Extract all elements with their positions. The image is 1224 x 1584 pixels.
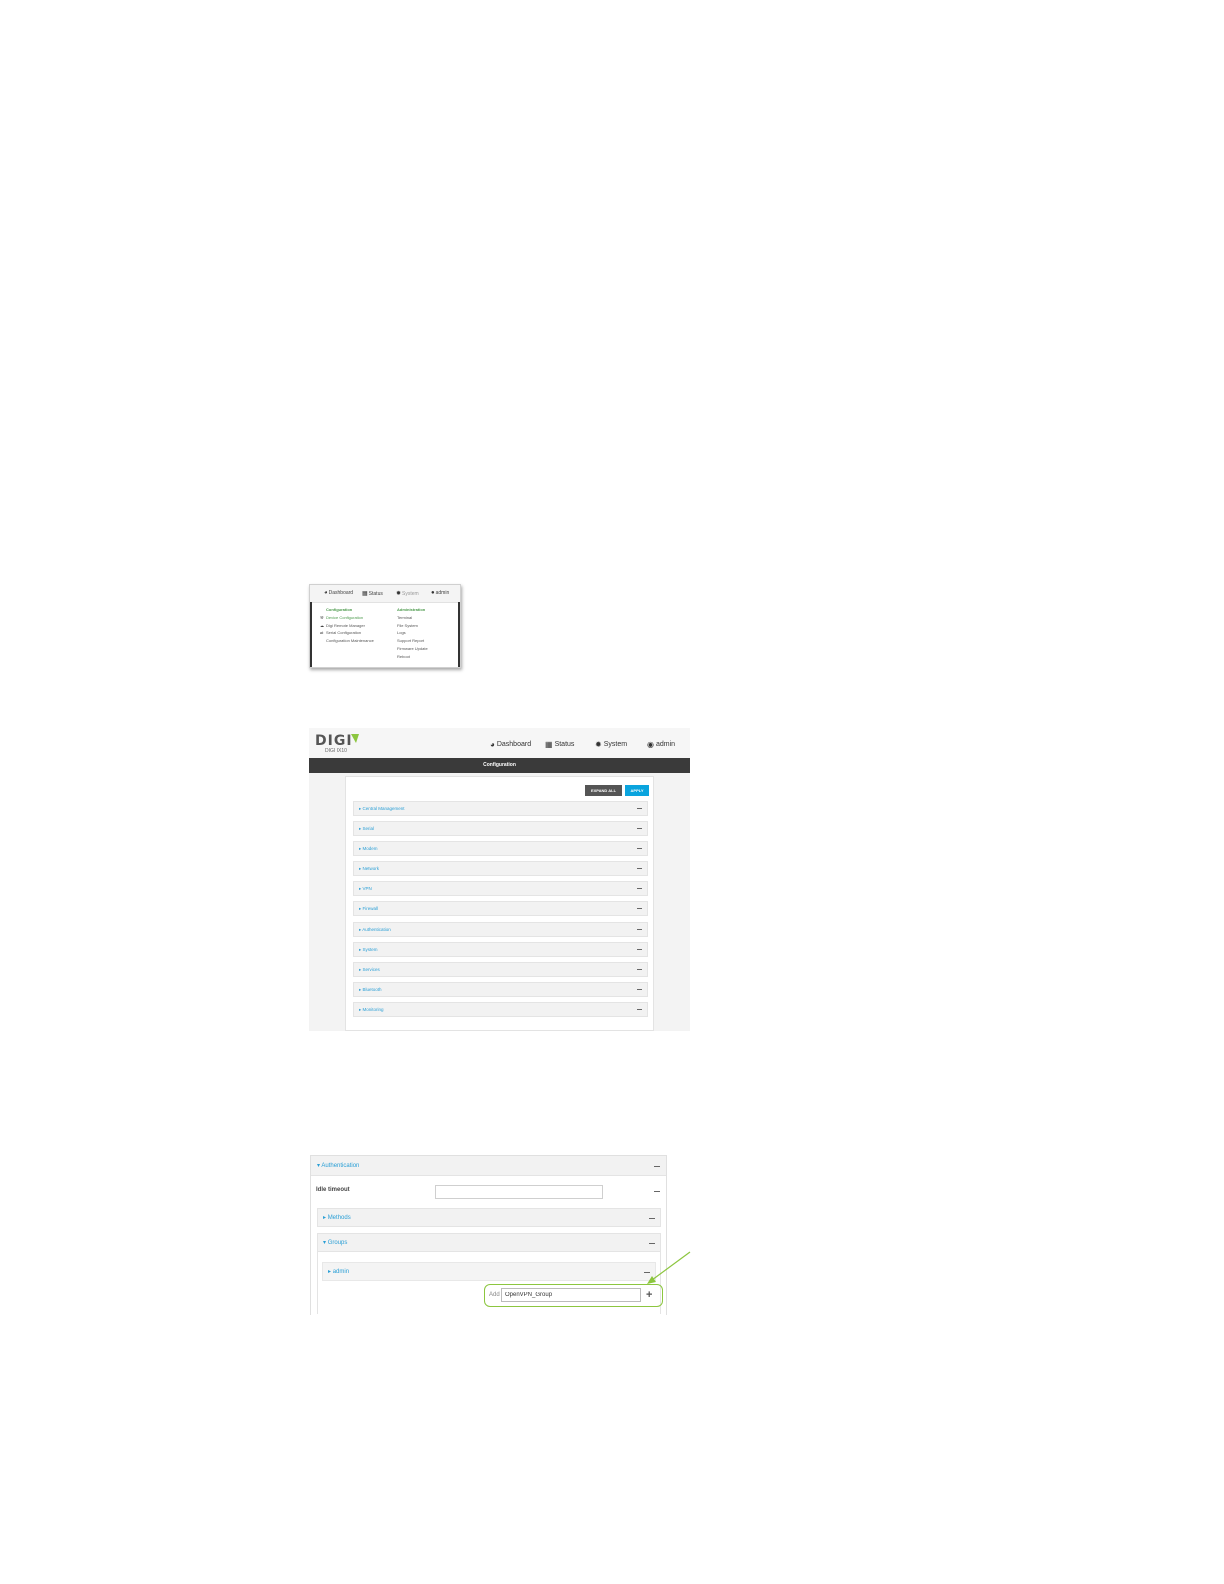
menu-item-support-report[interactable]: Support Report	[397, 637, 428, 645]
menu-right-border	[458, 602, 460, 667]
gear-icon: ✹	[396, 591, 402, 597]
menu-item-device-configuration[interactable]: ⚒ Device Configuration	[320, 614, 374, 622]
remove-icon[interactable]	[649, 1218, 655, 1219]
configuration-menu-column: Configuration ⚒ Device Configuration ☁ Dig…	[320, 606, 374, 645]
administration-menu-column: Administration Terminal File System Logs…	[397, 606, 428, 661]
remove-icon[interactable]	[637, 888, 642, 889]
user-icon: ●	[431, 590, 435, 596]
nav-status[interactable]: ▦ Status	[362, 590, 383, 598]
methods-section[interactable]: ▸ Methods	[317, 1208, 661, 1227]
remove-icon[interactable]	[637, 868, 642, 869]
menu-item-reboot[interactable]: Reboot	[397, 653, 428, 661]
configuration-page-screenshot: DIGI DIGI IX10 ◕ Dashboard ▦ Status ✹ Sy…	[309, 728, 690, 1031]
idle-timeout-input[interactable]	[435, 1185, 603, 1199]
menu-item-file-system[interactable]: File System	[397, 622, 428, 630]
remove-icon[interactable]	[637, 969, 642, 970]
section-firewall[interactable]: ▸ Firewall	[353, 901, 648, 916]
remove-icon[interactable]	[637, 848, 642, 849]
idle-timeout-label: Idle timeout	[316, 1187, 350, 1193]
expand-all-button[interactable]: EXPAND ALL	[585, 785, 622, 796]
dashboard-icon: ◕	[490, 740, 495, 749]
dashboard-icon: ◕	[324, 590, 328, 596]
section-serial[interactable]: ▸ Serial	[353, 821, 648, 836]
menu-item-remote-manager[interactable]: ☁ Digi Remote Manager	[320, 622, 374, 630]
nav-system[interactable]: ✹ System	[396, 590, 419, 598]
add-group-highlight: Add +	[484, 1284, 663, 1307]
section-monitoring[interactable]: ▸ Monitoring	[353, 1002, 648, 1017]
nav-admin[interactable]: ◉ admin	[647, 740, 675, 749]
grid-icon: ▦	[545, 740, 553, 749]
menu-item-configuration-maintenance[interactable]: Configuration Maintenance	[326, 637, 374, 645]
section-services[interactable]: ▸ Services	[353, 962, 648, 977]
configuration-panel: EXPAND ALL APPLY ▸ Central Management ▸ …	[345, 776, 654, 1031]
logo-check-icon	[351, 734, 359, 743]
digi-logo: DIGI DIGI IX10	[315, 732, 359, 754]
menu-top-nav: ◕ Dashboard ▦ Status ✹ System ● admin	[310, 585, 460, 603]
page-title: Configuration	[309, 758, 690, 773]
remove-icon[interactable]	[637, 989, 642, 990]
authentication-groups-screenshot: ▾ Authentication Idle timeout ▸ Methods …	[310, 1155, 667, 1315]
nav-dashboard[interactable]: ◕ Dashboard	[324, 590, 353, 596]
remove-icon[interactable]	[649, 1243, 655, 1244]
remove-icon[interactable]	[637, 808, 642, 809]
section-modem[interactable]: ▸ Modem	[353, 841, 648, 856]
add-group-input[interactable]	[501, 1288, 641, 1302]
remove-icon[interactable]	[637, 908, 642, 909]
nav-system[interactable]: ✹ System	[595, 740, 627, 749]
section-authentication[interactable]: ▸ Authentication	[353, 922, 648, 937]
remove-icon[interactable]	[654, 1191, 660, 1192]
menu-item-terminal[interactable]: Terminal	[397, 614, 428, 622]
menu-left-border	[310, 602, 312, 667]
app-header: DIGI DIGI IX10 ◕ Dashboard ▦ Status ✹ Sy…	[309, 728, 690, 758]
apply-button[interactable]: APPLY	[625, 785, 649, 796]
authentication-section-header[interactable]: ▾ Authentication	[311, 1156, 666, 1176]
nav-status[interactable]: ▦ Status	[545, 740, 574, 749]
gear-icon: ✹	[595, 740, 602, 749]
menu-item-firmware-update[interactable]: Firmware Update	[397, 645, 428, 653]
user-icon: ◉	[647, 740, 654, 749]
remove-icon[interactable]	[654, 1166, 660, 1167]
section-central-management[interactable]: ▸ Central Management	[353, 801, 648, 816]
menu-item-serial-configuration[interactable]: ⇌ Serial Configuration	[320, 629, 374, 637]
nav-admin[interactable]: ● admin	[431, 590, 449, 596]
remove-icon[interactable]	[637, 949, 642, 950]
administration-header: Administration	[397, 607, 426, 612]
system-menu-screenshot: ◕ Dashboard ▦ Status ✹ System ● admin Co…	[309, 584, 461, 668]
group-admin[interactable]: ▸ admin	[322, 1262, 656, 1281]
configuration-header: Configuration	[326, 607, 353, 612]
menu-item-logs[interactable]: Logs	[397, 629, 428, 637]
nav-dashboard[interactable]: ◕ Dashboard	[490, 740, 531, 749]
grid-icon: ▦	[362, 591, 368, 597]
section-bluetooth[interactable]: ▸ Bluetooth	[353, 982, 648, 997]
section-network[interactable]: ▸ Network	[353, 861, 648, 876]
remove-icon[interactable]	[637, 828, 642, 829]
add-label: Add	[489, 1292, 500, 1298]
section-vpn[interactable]: ▸ VPN	[353, 881, 648, 896]
remove-icon[interactable]	[637, 1009, 642, 1010]
plus-icon[interactable]: +	[646, 1288, 652, 1302]
remove-icon[interactable]	[637, 929, 642, 930]
groups-section[interactable]: ▾ Groups	[317, 1233, 661, 1252]
section-system[interactable]: ▸ System	[353, 942, 648, 957]
remove-icon[interactable]	[644, 1272, 650, 1273]
